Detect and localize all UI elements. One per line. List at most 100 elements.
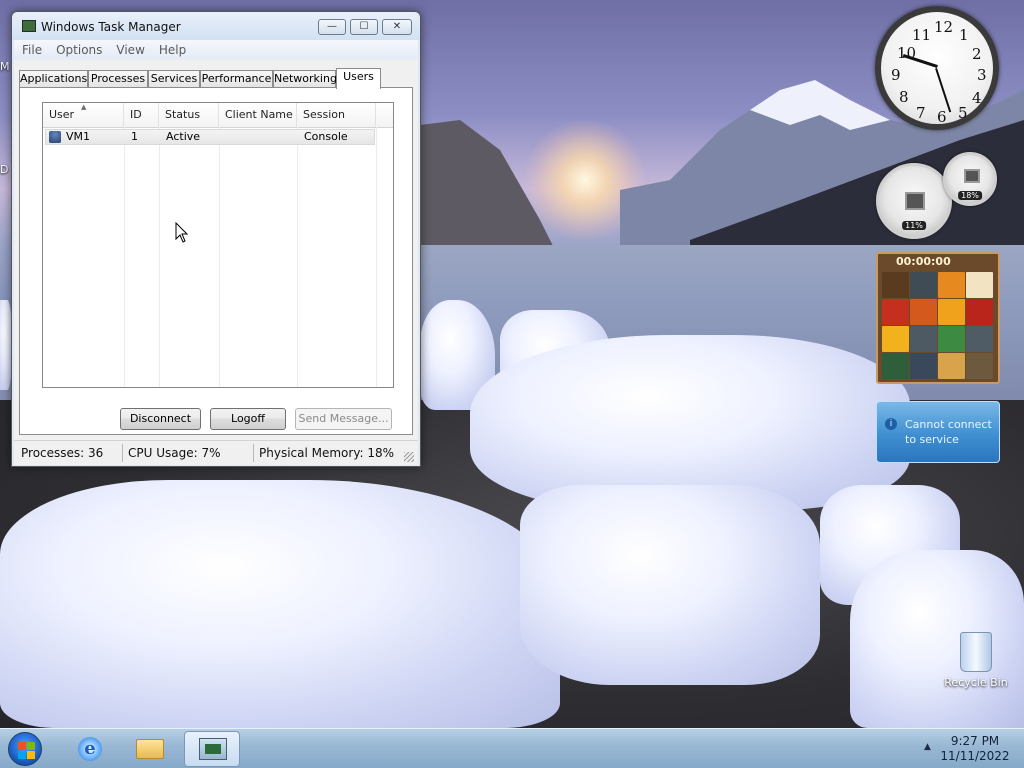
users-list[interactable]: User ▲ ID Status Client Name Session VM1 … bbox=[42, 102, 394, 388]
clock-number: 8 bbox=[899, 88, 909, 106]
minimize-button[interactable]: — bbox=[318, 19, 346, 35]
close-button[interactable]: ✕ bbox=[382, 19, 412, 35]
show-hidden-icons-chevron-up-icon[interactable]: ▲ bbox=[924, 742, 931, 752]
menu-file[interactable]: File bbox=[14, 40, 48, 57]
puzzle-tile[interactable] bbox=[882, 326, 909, 352]
cell-id: 1 bbox=[131, 130, 138, 143]
menu-view[interactable]: View bbox=[108, 40, 150, 57]
title-bar[interactable]: Windows Task Manager — ☐ ✕ bbox=[12, 12, 420, 40]
maximize-button[interactable]: ☐ bbox=[350, 19, 378, 35]
weather-message-line2: to service bbox=[905, 433, 959, 446]
puzzle-tile[interactable] bbox=[938, 353, 965, 379]
menu-bar: File Options View Help bbox=[14, 40, 418, 60]
column-divider bbox=[297, 127, 298, 387]
puzzle-tile[interactable] bbox=[966, 326, 993, 352]
tab-services[interactable]: Services bbox=[148, 70, 200, 87]
sort-ascending-icon: ▲ bbox=[81, 103, 87, 111]
column-header-user-label: User bbox=[49, 108, 75, 121]
tab-applications[interactable]: Applications bbox=[19, 70, 88, 87]
column-divider bbox=[159, 127, 160, 387]
resize-grip[interactable] bbox=[404, 452, 414, 462]
tab-performance[interactable]: Performance bbox=[200, 70, 273, 87]
ice-block bbox=[470, 335, 910, 510]
puzzle-tile[interactable] bbox=[966, 272, 993, 298]
column-divider bbox=[124, 127, 125, 387]
recycle-bin-label: Recycle Bin bbox=[944, 676, 1008, 689]
cpu-chip-icon bbox=[905, 192, 925, 210]
column-header-user[interactable]: User ▲ bbox=[43, 103, 124, 127]
tab-networking[interactable]: Networking bbox=[273, 70, 337, 87]
puzzle-tile[interactable] bbox=[966, 299, 993, 325]
puzzle-tile[interactable] bbox=[882, 299, 909, 325]
clock-number: 11 bbox=[912, 26, 932, 44]
puzzle-tile[interactable] bbox=[910, 299, 937, 325]
taskbar-task-manager[interactable] bbox=[184, 731, 240, 767]
menu-options[interactable]: Options bbox=[48, 40, 108, 57]
recycle-bin-icon bbox=[960, 632, 992, 672]
puzzle-tile[interactable] bbox=[910, 326, 937, 352]
weather-gadget[interactable]: i Cannot connect to service bbox=[876, 401, 1000, 463]
recycle-bin-desktop-icon[interactable]: Recycle Bin bbox=[944, 632, 1008, 689]
folder-icon bbox=[136, 739, 164, 759]
table-row[interactable]: VM1 1 Active Console bbox=[45, 129, 375, 145]
memory-meter-gadget[interactable]: 18% bbox=[943, 152, 997, 206]
status-bar: Processes: 36 CPU Usage: 7% Physical Mem… bbox=[14, 440, 418, 465]
clock-number: 2 bbox=[972, 45, 982, 63]
puzzle-tile[interactable] bbox=[966, 353, 993, 379]
column-header-status[interactable]: Status bbox=[159, 103, 219, 127]
puzzle-tile[interactable] bbox=[938, 272, 965, 298]
puzzle-tile[interactable] bbox=[882, 353, 909, 379]
clock-number: 7 bbox=[916, 104, 926, 122]
menu-help[interactable]: Help bbox=[151, 40, 192, 57]
clock-number: 1 bbox=[959, 26, 969, 44]
clock-number: 12 bbox=[934, 18, 954, 36]
tab-users[interactable]: Users bbox=[336, 68, 381, 89]
tab-processes[interactable]: Processes bbox=[88, 70, 148, 87]
ice-block bbox=[0, 480, 560, 728]
puzzle-tile[interactable] bbox=[910, 272, 937, 298]
clock-number: 4 bbox=[972, 89, 982, 107]
task-manager-icon bbox=[22, 20, 36, 32]
clock-number: 6 bbox=[937, 108, 947, 126]
cell-session: Console bbox=[304, 130, 348, 143]
start-button[interactable] bbox=[8, 732, 42, 766]
clock-gadget[interactable]: 12 1 2 3 4 5 6 7 8 9 10 11 bbox=[875, 6, 999, 130]
tray-clock[interactable]: 9:27 PM 11/11/2022 bbox=[940, 734, 1010, 764]
disconnect-button[interactable]: Disconnect bbox=[120, 408, 201, 430]
picture-puzzle-gadget[interactable]: 00:00:00 bbox=[876, 252, 1000, 384]
column-header-client-name[interactable]: Client Name bbox=[219, 103, 297, 127]
taskbar-internet-explorer[interactable]: e bbox=[62, 731, 118, 767]
puzzle-grid[interactable] bbox=[878, 270, 998, 381]
windows-logo-icon bbox=[18, 742, 35, 759]
puzzle-timer: 00:00:00 bbox=[896, 255, 951, 268]
puzzle-tile[interactable] bbox=[882, 272, 909, 298]
task-manager-window[interactable]: Windows Task Manager — ☐ ✕ File Options Vi… bbox=[11, 11, 421, 467]
desktop-icon-label-partial[interactable]: D bbox=[0, 163, 8, 176]
weather-message-line1: Cannot connect bbox=[905, 418, 992, 431]
clock-number: 9 bbox=[891, 66, 901, 84]
send-message-button[interactable]: Send Message... bbox=[295, 408, 392, 430]
cpu-percent: 11% bbox=[902, 221, 926, 230]
memory-chip-icon bbox=[964, 169, 980, 183]
puzzle-tile[interactable] bbox=[938, 326, 965, 352]
logoff-button[interactable]: Logoff bbox=[210, 408, 286, 430]
user-icon bbox=[49, 131, 61, 143]
column-header-id[interactable]: ID bbox=[124, 103, 159, 127]
users-tab-panel: User ▲ ID Status Client Name Session VM1 … bbox=[19, 87, 413, 435]
puzzle-tile[interactable] bbox=[910, 353, 937, 379]
desktop-icon-label-partial[interactable]: M bbox=[0, 60, 10, 73]
window-title: Windows Task Manager bbox=[41, 20, 181, 34]
cpu-meter-gadget[interactable]: 11% bbox=[876, 163, 952, 239]
cell-client-name bbox=[222, 130, 226, 146]
puzzle-tile[interactable] bbox=[938, 299, 965, 325]
column-divider bbox=[219, 127, 220, 387]
status-physical-memory: Physical Memory: 18% bbox=[259, 446, 395, 460]
clock-number: 3 bbox=[977, 66, 987, 84]
tray-time: 9:27 PM bbox=[950, 734, 1000, 748]
status-processes: Processes: 36 bbox=[16, 444, 123, 462]
users-list-header: User ▲ ID Status Client Name Session bbox=[43, 103, 393, 128]
column-header-session[interactable]: Session bbox=[297, 103, 376, 127]
cell-user: VM1 bbox=[66, 130, 91, 143]
taskbar-windows-explorer[interactable] bbox=[122, 731, 178, 767]
mouse-cursor-icon bbox=[175, 222, 189, 243]
